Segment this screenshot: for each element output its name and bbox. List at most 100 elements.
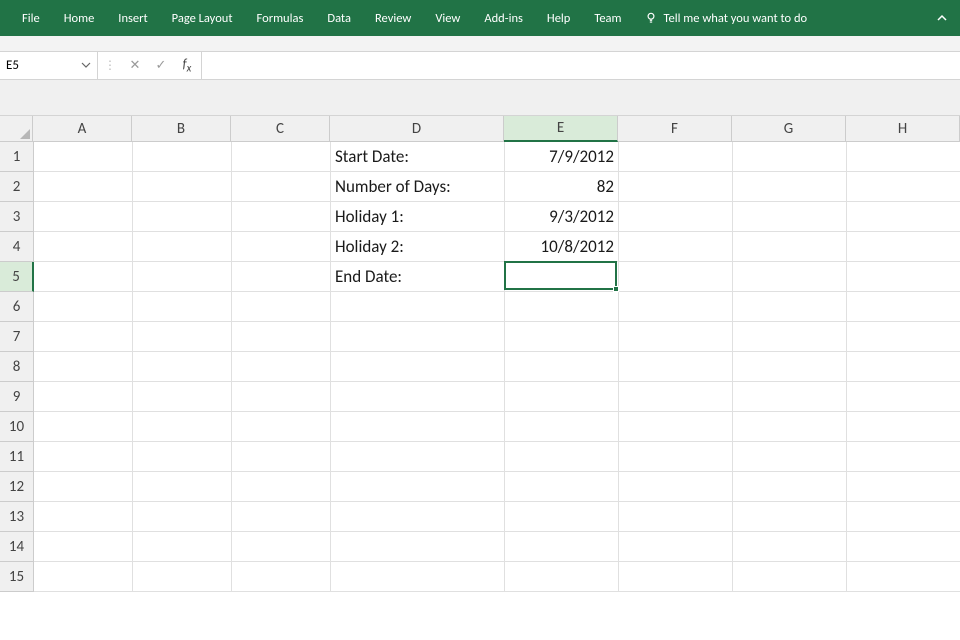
cell-C3[interactable] [232, 202, 331, 232]
cell-H13[interactable] [847, 502, 960, 532]
cell-F15[interactable] [619, 562, 733, 592]
tab-team[interactable]: Team [582, 0, 633, 36]
cell-H14[interactable] [847, 532, 960, 562]
tab-view[interactable]: View [423, 0, 472, 36]
row-header-9[interactable]: 9 [0, 382, 34, 412]
cell-D15[interactable] [331, 562, 505, 592]
cell-A6[interactable] [34, 292, 133, 322]
row-header-13[interactable]: 13 [0, 502, 34, 532]
cell-A7[interactable] [34, 322, 133, 352]
row-header-12[interactable]: 12 [0, 472, 34, 502]
cell-G14[interactable] [733, 532, 847, 562]
tab-home[interactable]: Home [52, 0, 107, 36]
cell-F7[interactable] [619, 322, 733, 352]
cell-A9[interactable] [34, 382, 133, 412]
cell-D14[interactable] [331, 532, 505, 562]
cell-A12[interactable] [34, 472, 133, 502]
column-header-A[interactable]: A [33, 116, 132, 142]
cell-H2[interactable] [847, 172, 960, 202]
cell-G12[interactable] [733, 472, 847, 502]
cell-E5[interactable] [505, 262, 619, 292]
cell-H3[interactable] [847, 202, 960, 232]
cell-C11[interactable] [232, 442, 331, 472]
cell-B6[interactable] [133, 292, 232, 322]
cell-E12[interactable] [505, 472, 619, 502]
formula-input-wrap[interactable] [202, 52, 960, 79]
cell-C4[interactable] [232, 232, 331, 262]
row-header-6[interactable]: 6 [0, 292, 34, 322]
cell-G1[interactable] [733, 142, 847, 172]
cell-H11[interactable] [847, 442, 960, 472]
collapse-ribbon-button[interactable] [930, 6, 954, 30]
cell-H9[interactable] [847, 382, 960, 412]
row-header-4[interactable]: 4 [0, 232, 34, 262]
cell-G13[interactable] [733, 502, 847, 532]
column-header-F[interactable]: F [618, 116, 732, 142]
row-header-7[interactable]: 7 [0, 322, 34, 352]
tab-formulas[interactable]: Formulas [245, 0, 316, 36]
cell-G10[interactable] [733, 412, 847, 442]
cell-F11[interactable] [619, 442, 733, 472]
cell-H12[interactable] [847, 472, 960, 502]
cell-E1[interactable]: 7/9/2012 [505, 142, 619, 172]
cell-A2[interactable] [34, 172, 133, 202]
cell-D9[interactable] [331, 382, 505, 412]
cell-C10[interactable] [232, 412, 331, 442]
cell-G2[interactable] [733, 172, 847, 202]
cell-B13[interactable] [133, 502, 232, 532]
cell-E4[interactable]: 10/8/2012 [505, 232, 619, 262]
column-header-E[interactable]: E [504, 116, 618, 142]
cell-D2[interactable]: Number of Days: [331, 172, 505, 202]
cell-C8[interactable] [232, 352, 331, 382]
cell-F2[interactable] [619, 172, 733, 202]
column-header-G[interactable]: G [732, 116, 846, 142]
cell-F5[interactable] [619, 262, 733, 292]
cell-G11[interactable] [733, 442, 847, 472]
cell-B4[interactable] [133, 232, 232, 262]
name-box-input[interactable] [6, 58, 66, 73]
cell-F6[interactable] [619, 292, 733, 322]
cell-F3[interactable] [619, 202, 733, 232]
cell-C7[interactable] [232, 322, 331, 352]
cell-B14[interactable] [133, 532, 232, 562]
row-header-5[interactable]: 5 [0, 262, 34, 292]
cell-B2[interactable] [133, 172, 232, 202]
column-header-C[interactable]: C [231, 116, 330, 142]
formula-input[interactable] [210, 58, 952, 73]
cell-E10[interactable] [505, 412, 619, 442]
tab-page-layout[interactable]: Page Layout [160, 0, 245, 36]
cell-B12[interactable] [133, 472, 232, 502]
cell-B5[interactable] [133, 262, 232, 292]
cell-A1[interactable] [34, 142, 133, 172]
cell-C12[interactable] [232, 472, 331, 502]
tab-file[interactable]: File [10, 0, 52, 36]
cell-D8[interactable] [331, 352, 505, 382]
cell-A8[interactable] [34, 352, 133, 382]
cell-G8[interactable] [733, 352, 847, 382]
cell-F1[interactable] [619, 142, 733, 172]
cell-A11[interactable] [34, 442, 133, 472]
cell-H15[interactable] [847, 562, 960, 592]
cell-C13[interactable] [232, 502, 331, 532]
cell-B10[interactable] [133, 412, 232, 442]
cell-E9[interactable] [505, 382, 619, 412]
cell-H4[interactable] [847, 232, 960, 262]
cell-E2[interactable]: 82 [505, 172, 619, 202]
cell-F14[interactable] [619, 532, 733, 562]
cell-G15[interactable] [733, 562, 847, 592]
cell-A3[interactable] [34, 202, 133, 232]
row-header-15[interactable]: 15 [0, 562, 34, 592]
cell-E13[interactable] [505, 502, 619, 532]
cell-B1[interactable] [133, 142, 232, 172]
cell-B7[interactable] [133, 322, 232, 352]
cancel-formula-button[interactable]: ✕ [127, 58, 143, 73]
cell-B15[interactable] [133, 562, 232, 592]
cell-D6[interactable] [331, 292, 505, 322]
row-header-2[interactable]: 2 [0, 172, 34, 202]
cell-G4[interactable] [733, 232, 847, 262]
cell-H10[interactable] [847, 412, 960, 442]
cell-F13[interactable] [619, 502, 733, 532]
row-header-14[interactable]: 14 [0, 532, 34, 562]
row-header-3[interactable]: 3 [0, 202, 34, 232]
cell-C15[interactable] [232, 562, 331, 592]
